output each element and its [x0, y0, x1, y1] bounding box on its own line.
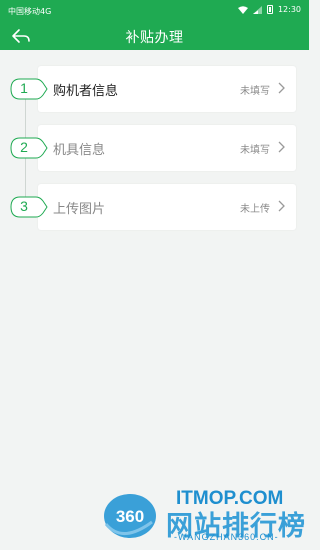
- step-number-badge: 3: [10, 196, 48, 218]
- step-label: 机具信息: [53, 143, 106, 158]
- step-number-badge: 1: [10, 78, 48, 100]
- signal-icon: [252, 5, 262, 14]
- svg-text:360: 360: [116, 507, 144, 526]
- step-number-badge: 2: [10, 137, 48, 159]
- step-item-machine-info: 机具信息 未填写 2: [0, 125, 309, 171]
- clock: 12:30: [277, 5, 301, 14]
- status-bar: 中国移动4G 12:30: [0, 0, 309, 21]
- chevron-right-icon: [278, 200, 285, 212]
- step-status: 未填写: [240, 145, 270, 156]
- step-item-upload-images: 上传图片 未上传 3: [0, 184, 309, 230]
- header: 补贴办理: [0, 21, 309, 50]
- watermark-url: -WANGZHAN360.CN-: [174, 532, 279, 542]
- upload-images-card[interactable]: 上传图片 未上传: [38, 184, 296, 230]
- buyer-info-card[interactable]: 购机者信息 未填写: [38, 66, 296, 112]
- watermark-360-logo: 360: [104, 494, 156, 538]
- step-label: 购机者信息: [53, 84, 119, 99]
- wifi-icon: [237, 5, 248, 14]
- page-title: 补贴办理: [125, 30, 184, 46]
- battery-icon: [266, 5, 273, 14]
- step-label: 上传图片: [53, 202, 106, 217]
- step-number: 1: [20, 80, 28, 96]
- step-status: 未填写: [240, 86, 270, 97]
- chevron-right-icon: [278, 141, 285, 153]
- status-icons: 12:30: [237, 5, 301, 14]
- carrier-label: 中国移动4G: [8, 7, 52, 16]
- step-status: 未上传: [240, 204, 270, 215]
- watermark: 360 ITMOP.COM 网站排行榜 -WANGZHAN360.CN-: [96, 488, 309, 550]
- chevron-right-icon: [278, 82, 285, 94]
- machine-info-card[interactable]: 机具信息 未填写: [38, 125, 296, 171]
- step-item-buyer-info: 购机者信息 未填写 1: [0, 66, 309, 112]
- step-number: 3: [20, 198, 28, 214]
- step-number: 2: [20, 139, 28, 155]
